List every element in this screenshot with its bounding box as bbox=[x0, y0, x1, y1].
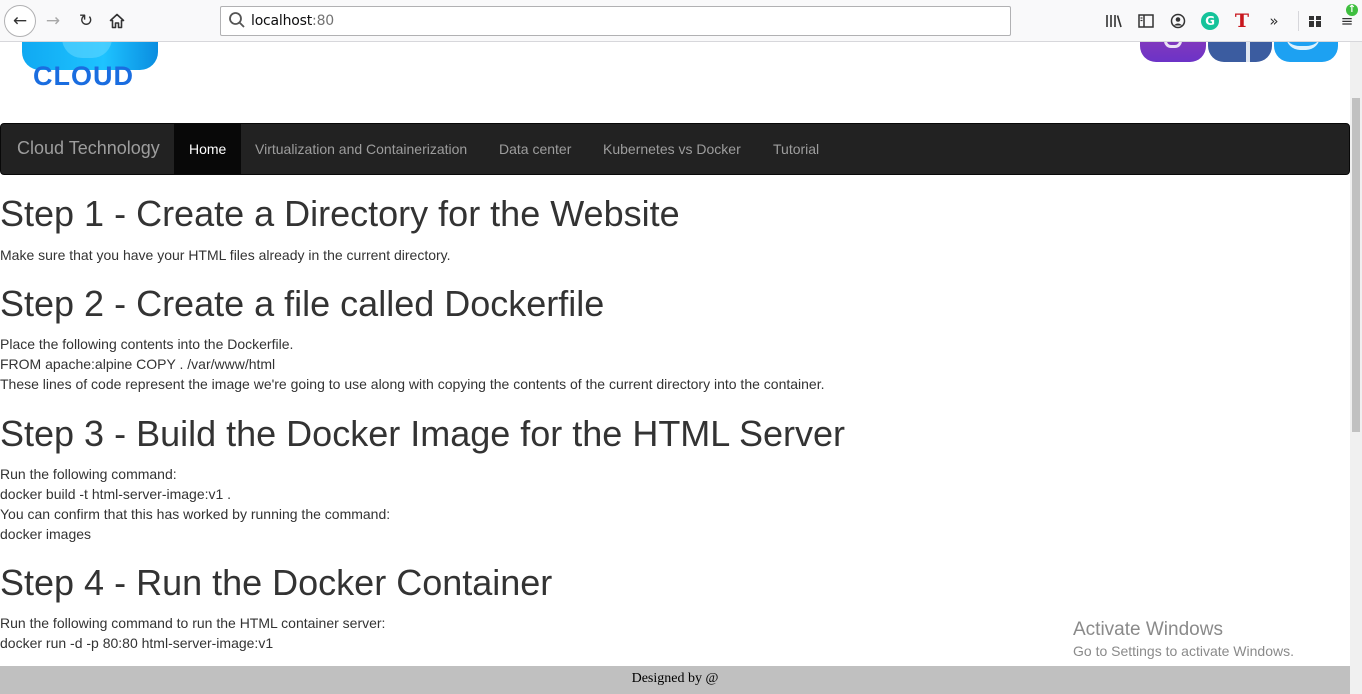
sidebar-button[interactable] bbox=[1135, 10, 1157, 32]
sidebar-icon bbox=[1138, 14, 1154, 28]
nav-item-tutorial[interactable]: Tutorial bbox=[758, 124, 834, 174]
page-footer: Designed by @ bbox=[0, 666, 1350, 694]
chevron-double-right-icon: » bbox=[1269, 12, 1279, 30]
watermark-subtitle: Go to Settings to activate Windows. bbox=[1073, 643, 1294, 659]
arrow-left-icon: ← bbox=[12, 11, 28, 31]
library-button[interactable] bbox=[1103, 10, 1125, 32]
nav-item-data-center[interactable]: Data center bbox=[484, 124, 586, 174]
step-2-text-2: These lines of code represent the image … bbox=[0, 376, 825, 392]
activate-windows-watermark: Activate Windows Go to Settings to activ… bbox=[1073, 619, 1294, 659]
home-button[interactable] bbox=[102, 6, 132, 36]
step-3-text-1: Run the following command: bbox=[0, 466, 177, 482]
browser-toolbar: ← → ↻ localhost:80 G T » ≡ ↑ bbox=[0, 0, 1362, 42]
scrollbar-thumb[interactable] bbox=[1352, 98, 1360, 432]
facebook-link[interactable] bbox=[1208, 42, 1272, 62]
step-3-text-2: You can confirm that this has worked by … bbox=[0, 506, 391, 522]
step-2-text-1: Place the following contents into the Do… bbox=[0, 336, 294, 352]
web-page: CLOUD Cloud Technology Home Virtualizati… bbox=[0, 42, 1350, 694]
page-scrollbar[interactable] bbox=[1350, 42, 1362, 694]
step-3-code-2: docker images bbox=[0, 526, 92, 542]
reload-button[interactable]: ↻ bbox=[71, 6, 101, 36]
step-4-heading: Step 4 - Run the Docker Container bbox=[0, 562, 553, 603]
step-3-code-1: docker build -t html-server-image:v1 . bbox=[0, 486, 232, 502]
grammarly-extension-button[interactable]: G bbox=[1201, 12, 1219, 30]
site-logo[interactable]: CLOUD bbox=[22, 42, 158, 102]
forward-button[interactable]: → bbox=[38, 6, 68, 36]
watermark-title: Activate Windows bbox=[1073, 619, 1223, 640]
nav-item-virtualization[interactable]: Virtualization and Containerization bbox=[240, 124, 482, 174]
footer-text: Designed by @ bbox=[631, 671, 719, 686]
grammarly-icon: G bbox=[1205, 14, 1215, 28]
instagram-link[interactable] bbox=[1140, 42, 1206, 62]
instagram-icon bbox=[1164, 42, 1182, 48]
main-navbar: Cloud Technology Home Virtualization and… bbox=[0, 123, 1350, 175]
t-extension-icon: T bbox=[1234, 10, 1250, 32]
home-icon bbox=[109, 13, 125, 29]
toolbar-divider bbox=[1298, 11, 1299, 31]
nav-item-kubernetes-vs-docker[interactable]: Kubernetes vs Docker bbox=[588, 124, 756, 174]
back-button[interactable]: ← bbox=[4, 5, 36, 37]
nav-item-home[interactable]: Home bbox=[174, 124, 242, 174]
facebook-icon bbox=[1246, 42, 1250, 62]
account-button[interactable] bbox=[1167, 10, 1189, 32]
t-extension-button[interactable]: T bbox=[1231, 10, 1253, 32]
twitter-icon bbox=[1286, 42, 1320, 50]
library-icon bbox=[1106, 15, 1122, 28]
search-icon bbox=[229, 12, 245, 28]
step-1-heading: Step 1 - Create a Directory for the Webs… bbox=[0, 193, 680, 234]
reload-icon: ↻ bbox=[78, 11, 94, 31]
update-available-icon: ↑ bbox=[1346, 4, 1358, 16]
step-4-text: Run the following command to run the HTM… bbox=[0, 615, 386, 631]
extensions-icon bbox=[1309, 16, 1321, 27]
step-2-code: FROM apache:alpine COPY . /var/www/html bbox=[0, 356, 276, 372]
arrow-right-icon: → bbox=[45, 11, 61, 31]
navbar-brand[interactable]: Cloud Technology bbox=[17, 138, 160, 159]
step-3-heading: Step 3 - Build the Docker Image for the … bbox=[0, 413, 846, 454]
extensions-button[interactable] bbox=[1304, 10, 1326, 32]
url-text: localhost:80 bbox=[251, 13, 334, 29]
step-4-code: docker run -d -p 80:80 html-server-image… bbox=[0, 635, 274, 651]
step-2-heading: Step 2 - Create a file called Dockerfile bbox=[0, 283, 605, 324]
account-icon bbox=[1170, 13, 1186, 29]
overflow-menu-button[interactable]: » bbox=[1263, 10, 1285, 32]
twitter-link[interactable] bbox=[1274, 42, 1338, 62]
step-1-text: Make sure that you have your HTML files … bbox=[0, 247, 451, 263]
address-bar[interactable]: localhost:80 bbox=[220, 6, 1011, 36]
logo-text: CLOUD bbox=[33, 61, 134, 91]
